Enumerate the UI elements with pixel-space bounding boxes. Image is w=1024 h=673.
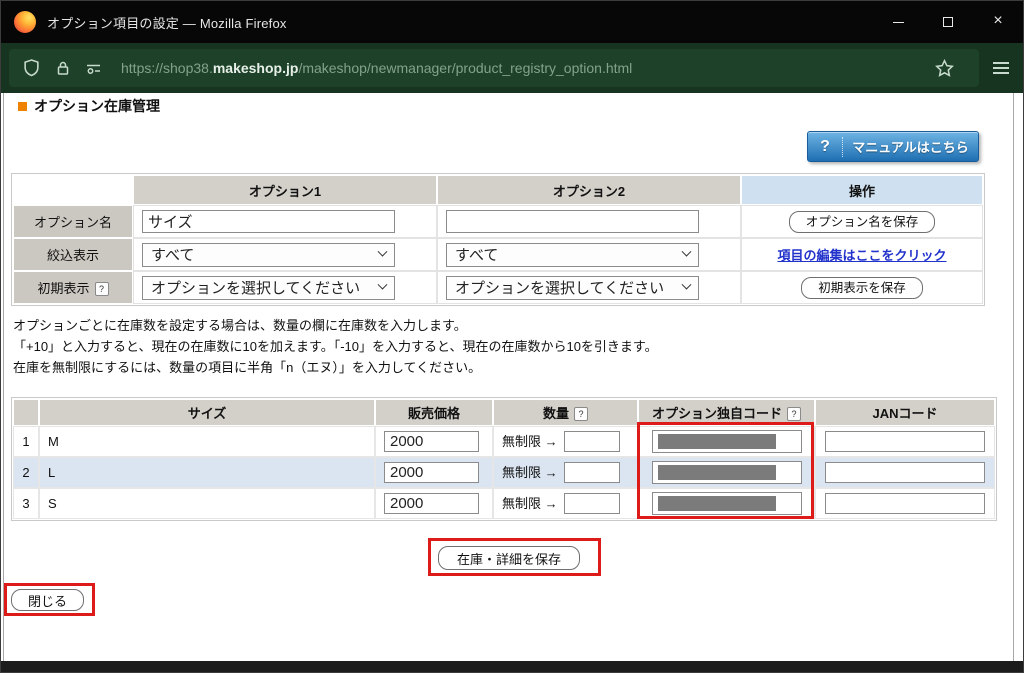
url-path: /makeshop/newmanager/product_registry_op… [298, 60, 632, 76]
chevron-down-icon [682, 247, 692, 257]
chevron-down-icon [682, 280, 692, 290]
close-button[interactable]: × [973, 1, 1023, 43]
row-number: 2 [14, 458, 38, 487]
option2-initial-value: オプションを選択してください [455, 277, 677, 298]
content-left-border [3, 93, 4, 661]
action-header: 操作 [742, 176, 982, 204]
option-settings-table: オプション1 オプション2 操作 オプション名 オプション名を保存 絞込表示 す… [11, 173, 985, 306]
initial-display-text: 初期表示 [37, 281, 89, 296]
chevron-down-icon [378, 280, 388, 290]
quantity-input[interactable] [564, 493, 620, 514]
heading-bullet-icon [18, 102, 27, 111]
help-icon[interactable]: ? [95, 282, 109, 296]
option2-initial-select[interactable]: オプションを選択してください [446, 276, 699, 300]
table-row: 3 S 無制限 → [14, 489, 994, 518]
row-number: 1 [14, 427, 38, 456]
quantity-prefix: 無制限 → [502, 496, 558, 511]
shield-icon[interactable] [23, 59, 40, 77]
bottom-bar [1, 661, 1023, 673]
page-title: オプション在庫管理 [34, 96, 160, 116]
annotation-box-save [428, 538, 601, 576]
quantity-header: 数量? [494, 400, 637, 425]
url-input[interactable]: https://shop38.makeshop.jp/makeshop/newm… [9, 49, 979, 87]
price-input[interactable] [384, 462, 479, 483]
corner-cell [14, 176, 132, 204]
option1-name-input[interactable] [142, 210, 395, 233]
question-mark-icon: ? [808, 138, 842, 156]
menu-icon[interactable] [979, 62, 1023, 74]
minimize-button[interactable] [873, 1, 923, 43]
size-value: S [40, 489, 374, 518]
instruction-line: 「+10」と入力すると、現在の在庫数に10を加えます。「-10」を入力すると、現… [13, 336, 658, 357]
bookmark-star-icon[interactable] [935, 59, 954, 78]
initial-display-label: 初期表示? [14, 272, 132, 303]
help-icon[interactable]: ? [787, 407, 801, 421]
url-text: https://shop38.makeshop.jp/makeshop/newm… [121, 60, 632, 76]
instruction-line: オプションごとに在庫数を設定する場合は、数量の欄に在庫数を入力します。 [13, 315, 658, 336]
annotation-box-option-code [637, 422, 814, 519]
url-domain: makeshop.jp [213, 60, 299, 76]
option2-name-input[interactable] [446, 210, 699, 233]
permissions-icon[interactable] [86, 61, 102, 76]
firefox-icon [14, 11, 36, 33]
option1-filter-select[interactable]: すべて [142, 243, 395, 267]
edit-items-link[interactable]: 項目の編集はここをクリック [777, 248, 946, 263]
size-value: M [40, 427, 374, 456]
window-title: オプション項目の設定 — Mozilla Firefox [47, 13, 287, 32]
browser-toolbar: https://shop38.makeshop.jp/makeshop/newm… [1, 43, 1023, 93]
price-input[interactable] [384, 493, 479, 514]
option-name-label: オプション名 [14, 206, 132, 237]
quantity-header-text: 数量 [543, 406, 569, 421]
size-value: L [40, 458, 374, 487]
content-right-border [1013, 93, 1014, 661]
filter-display-label: 絞込表示 [14, 239, 132, 270]
url-prefix: https://shop38. [121, 60, 213, 76]
option-code-header-text: オプション独自コード [652, 406, 782, 421]
option2-header: オプション2 [438, 176, 740, 204]
maximize-button[interactable] [923, 1, 973, 43]
manual-button[interactable]: ? マニュアルはこちら [807, 131, 979, 162]
table-row: 1 M 無制限 → [14, 427, 994, 456]
manual-button-label: マニュアルはこちら [843, 137, 978, 156]
jan-code-input[interactable] [825, 462, 985, 483]
lock-icon[interactable] [55, 60, 71, 77]
row-number-header [14, 400, 38, 425]
window-controls: × [873, 1, 1023, 43]
option2-filter-value: すべて [455, 244, 498, 265]
quantity-input[interactable] [564, 462, 620, 483]
table-row: 2 L 無制限 → [14, 458, 994, 487]
title-bar: オプション項目の設定 — Mozilla Firefox × [1, 1, 1023, 43]
option1-initial-select[interactable]: オプションを選択してください [142, 276, 395, 300]
save-option-name-button[interactable]: オプション名を保存 [789, 211, 936, 233]
row-number: 3 [14, 489, 38, 518]
jan-code-input[interactable] [825, 431, 985, 452]
save-initial-display-button[interactable]: 初期表示を保存 [801, 277, 923, 299]
jan-code-header: JANコード [816, 400, 994, 425]
instructions: オプションごとに在庫数を設定する場合は、数量の欄に在庫数を入力します。 「+10… [13, 315, 658, 378]
price-header: 販売価格 [376, 400, 492, 425]
stock-table: サイズ 販売価格 数量? オプション独自コード? JANコード 1 M 無制限 … [11, 397, 997, 521]
close-icon: × [993, 12, 1002, 30]
option1-filter-value: すべて [151, 244, 194, 265]
option1-header: オプション1 [134, 176, 436, 204]
size-header: サイズ [40, 400, 374, 425]
option2-filter-select[interactable]: すべて [446, 243, 699, 267]
minimize-icon [893, 22, 904, 23]
quantity-prefix: 無制限 → [502, 465, 558, 480]
chevron-down-icon [378, 247, 388, 257]
price-input[interactable] [384, 431, 479, 452]
browser-window: オプション項目の設定 — Mozilla Firefox × https://s… [0, 0, 1024, 673]
annotation-box-close [4, 583, 95, 616]
instruction-line: 在庫を無制限にするには、数量の項目に半角「n（エヌ）」を入力してください。 [13, 357, 658, 378]
help-icon[interactable]: ? [574, 407, 588, 421]
maximize-icon [943, 17, 953, 27]
jan-code-input[interactable] [825, 493, 985, 514]
quantity-input[interactable] [564, 431, 620, 452]
option1-initial-value: オプションを選択してください [151, 277, 373, 298]
quantity-prefix: 無制限 → [502, 434, 558, 449]
